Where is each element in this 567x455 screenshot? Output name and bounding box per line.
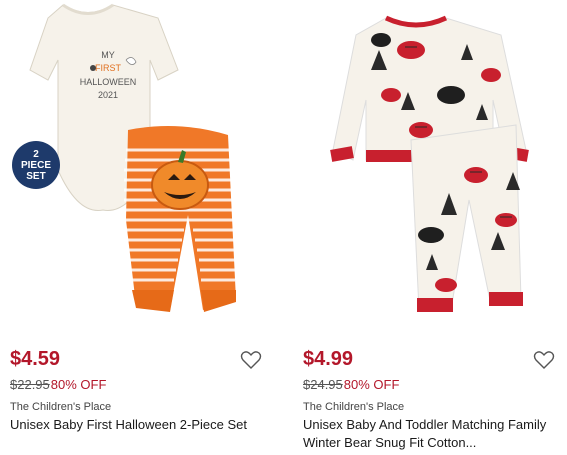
discount-label: 80% OFF — [343, 377, 400, 392]
brand-name: The Children's Place — [303, 401, 405, 413]
svg-text:2021: 2021 — [98, 90, 118, 100]
product-name[interactable]: Unisex Baby First Halloween 2-Piece Set — [10, 416, 262, 434]
original-price: $24.95 — [303, 377, 343, 392]
svg-text:MY: MY — [101, 50, 115, 60]
price-row: $4.99 — [303, 348, 555, 374]
svg-text:FIRST: FIRST — [95, 63, 122, 73]
discount-label: 80% OFF — [50, 377, 107, 392]
product-name[interactable]: Unisex Baby And Toddler Matching Family … — [303, 416, 555, 452]
sale-price: $4.99 — [303, 348, 354, 370]
product-card-bear-pajamas[interactable]: $4.99 $24.9580% OFF The Children's Place… — [301, 0, 561, 455]
brand-name: The Children's Place — [10, 401, 112, 413]
product-card-halloween-set[interactable]: MY FIRST HALLOWEEN 2021 2 PIECE SET $4.5… — [8, 0, 268, 455]
price-row: $4.59 — [10, 348, 262, 374]
winter-bear-pajama-illustration — [330, 15, 529, 312]
product-image[interactable]: MY FIRST HALLOWEEN 2021 2 PIECE SET — [8, 0, 268, 335]
original-price-row: $22.9580% OFF — [10, 377, 106, 395]
original-price: $22.95 — [10, 377, 50, 392]
original-price-row: $24.9580% OFF — [303, 377, 399, 395]
sale-price: $4.59 — [10, 348, 61, 370]
heart-icon[interactable] — [533, 350, 555, 370]
svg-text:HALLOWEEN: HALLOWEEN — [80, 77, 137, 87]
product-grid: MY FIRST HALLOWEEN 2021 2 PIECE SET $4.5… — [0, 0, 567, 455]
product-image[interactable] — [301, 0, 561, 335]
heart-icon[interactable] — [240, 350, 262, 370]
two-piece-set-badge: 2 PIECE SET — [12, 141, 60, 189]
